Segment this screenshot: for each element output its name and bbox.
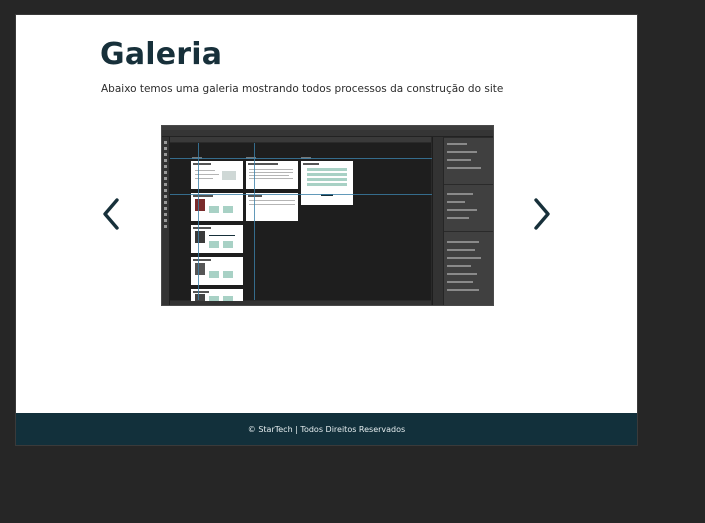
- ps-canvas: [170, 143, 431, 303]
- footer-copyright: © StarTech | Todos Direitos Reservados: [247, 424, 406, 434]
- page: Galeria Abaixo temos uma galeria mostran…: [15, 14, 638, 446]
- gallery-next-button[interactable]: [527, 193, 557, 235]
- chevron-left-icon: [103, 198, 119, 230]
- gallery-image: [161, 125, 494, 306]
- gallery-prev-button[interactable]: [96, 193, 126, 235]
- page-title: Galeria: [100, 37, 223, 72]
- chevron-right-icon: [534, 198, 550, 230]
- ps-tab-bar: [169, 137, 431, 142]
- artboard: [301, 161, 353, 205]
- ps-panels: [432, 137, 493, 305]
- page-subtitle: Abaixo temos uma galeria mostrando todos…: [101, 83, 504, 95]
- ps-toolbox: [162, 137, 170, 305]
- ps-scrollbar: [170, 301, 431, 305]
- footer: © StarTech | Todos Direitos Reservados: [16, 413, 637, 445]
- ps-options-bar: [162, 130, 493, 137]
